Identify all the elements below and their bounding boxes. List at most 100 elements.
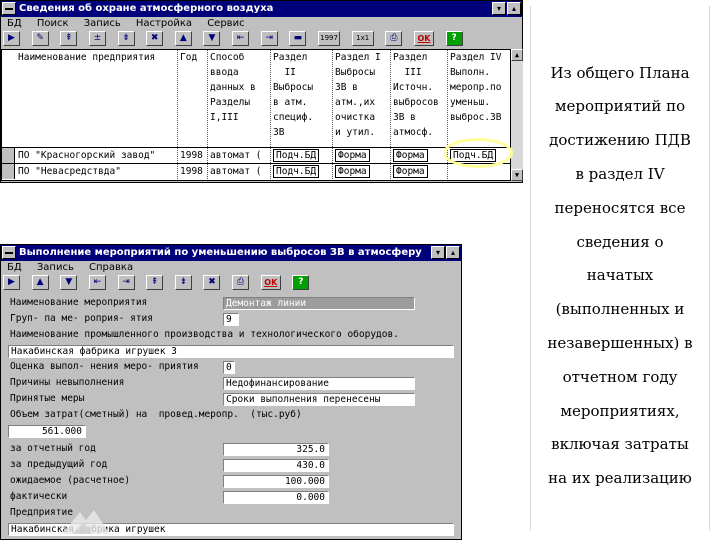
split-row-icon[interactable]: ⇟ [117,31,135,46]
caption-line: на их реализацию [548,469,692,487]
cell-year[interactable]: 1998 [178,148,208,163]
last-record-icon[interactable]: ⇥ [117,275,135,290]
subdb-button[interactable]: Подч.БД [273,149,320,162]
expected-label: ожидаемое (расчетное) [10,475,131,486]
new-record-icon[interactable]: ✎ [31,31,49,46]
row-selector[interactable] [2,148,15,163]
last-record-icon[interactable]: ⇥ [260,31,278,46]
event-name-field[interactable]: Демонтаж линии [223,297,415,310]
menu-help[interactable]: Справка [89,262,133,273]
form-button[interactable]: Форма [335,149,370,162]
menu-settings[interactable]: Настройка [136,18,192,29]
caption-line: переносятся все [554,199,686,217]
cell-section-3[interactable]: Форма [391,148,448,163]
menu-search[interactable]: Поиск [37,18,69,29]
help-button[interactable]: ? [445,31,463,46]
expected-field[interactable]: 100.000 [223,475,329,488]
insert-row-icon[interactable]: ⇞ [146,275,164,290]
process-field[interactable]: Накабинская фабрика игрушек 3 [8,345,454,358]
print-icon[interactable]: ⎙ [232,275,250,290]
scroll-down-icon[interactable]: ▼ [511,169,523,181]
scroll-up-icon[interactable]: ▲ [511,49,523,61]
subdb-button[interactable]: Подч.БД [273,165,320,178]
maximize-button[interactable]: ▴ [446,246,460,259]
table-row[interactable]: ПО "Невасредствда" 1998 автомат ( Подч.Б… [2,163,512,179]
caption-line: достижению ПДВ [549,131,691,149]
form-button[interactable]: Форма [335,165,370,178]
measures-field[interactable]: Сроки выполнения перенесены [223,393,415,406]
arrow-up-icon[interactable]: ▲ [174,31,192,46]
first-record-icon[interactable]: ⇤ [232,31,250,46]
col-section-2: Раздел II Выбросы в атм. специф. ЗВ [271,50,333,147]
cost-field[interactable]: 561.000 [8,425,86,438]
caption-line: мероприятиях, [560,402,680,420]
reason-field[interactable]: Недофинансирование [223,377,415,390]
ok-button[interactable]: OK [260,275,281,290]
insert-row-icon[interactable]: ⇞ [60,31,78,46]
cell-section-3[interactable]: Форма [391,164,448,179]
first-record-icon[interactable]: ⇤ [88,275,106,290]
system-menu-icon[interactable] [2,246,16,259]
delete-icon[interactable]: ✖ [203,275,221,290]
enterprise-grid: Наименование предприятия Год Способ ввод… [1,49,512,181]
arrow-down-icon[interactable]: ▼ [60,275,78,290]
caption-line: мероприятий по [554,97,686,115]
minimize-button[interactable]: ▾ [431,246,445,259]
menu-record[interactable]: Запись [84,18,121,29]
layout-1x1-button[interactable]: 1x1 [351,31,374,46]
print-icon[interactable]: ⎙ [385,31,403,46]
cell-enterprise[interactable]: ПО "Невасредствда" [16,164,178,179]
menubar: БД Запись Справка [1,261,461,274]
delete-icon[interactable]: ✖ [146,31,164,46]
menubar: БД Поиск Запись Настройка Сервис [1,17,522,30]
measures-label: Принятые меры [10,393,85,404]
col-section-4: Раздел IV Выполн. меропр.по уменьш. выбр… [448,50,512,147]
cell-input-method[interactable]: автомат ( [208,148,271,163]
ok-button[interactable]: OK [413,31,434,46]
form-button[interactable]: Форма [393,165,428,178]
group-field[interactable]: 9 [223,313,239,326]
menu-db[interactable]: БД [7,262,22,273]
help-button[interactable]: ? [292,275,310,290]
cell-enterprise[interactable]: ПО "Красногорский завод" [16,148,178,163]
form-button[interactable]: Форма [393,149,428,162]
assessment-field[interactable]: 0 [223,361,235,374]
cell-section-2[interactable]: Подч.БД [271,164,333,179]
process-label: Наименование промышленного производства … [10,329,399,340]
play-icon[interactable]: ▶ [3,31,20,46]
minimize-button[interactable]: ▾ [492,2,506,15]
menu-db[interactable]: БД [7,18,22,29]
play-icon[interactable]: ▶ [3,275,20,290]
caption-line: отчетном году [562,368,678,386]
event-name-label: Наименование мероприятия [10,297,148,308]
caption-line: незавершенных) в [547,334,693,352]
top-vertical-scrollbar[interactable]: ▲ ▼ [511,49,523,181]
watermark-logo-icon [62,510,110,534]
grid-header: Наименование предприятия Год Способ ввод… [2,50,512,147]
arrow-up-icon[interactable]: ▲ [31,275,49,290]
cell-input-method[interactable]: автомат ( [208,164,271,179]
prev-year-field[interactable]: 430.0 [223,459,329,472]
table-row[interactable]: ПО "Красногорский завод" 1998 автомат ( … [2,147,512,163]
cell-section-2[interactable]: Подч.БД [271,148,333,163]
split-row-icon[interactable]: ⇟ [174,275,192,290]
cell-year[interactable]: 1998 [178,164,208,179]
window-title: Выполнение мероприятий по уменьшению выб… [19,247,422,258]
caption-line: (выполненных и [555,300,685,318]
year-filter-button[interactable]: 1997 [318,31,341,46]
filter-icon[interactable]: ▬ [289,31,307,46]
cell-section-1[interactable]: Форма [333,164,391,179]
caption-line: Из общего Плана [550,64,690,82]
actual-field[interactable]: 0.000 [223,491,329,504]
system-menu-icon[interactable] [2,2,16,15]
col-input-method: Способ ввода данных в Разделы I,III [208,50,271,147]
add-row-icon[interactable]: ± [88,31,106,46]
row-selector[interactable] [2,164,15,179]
menu-service[interactable]: Сервис [207,18,244,29]
menu-record[interactable]: Запись [37,262,74,273]
maximize-button[interactable]: ▴ [507,2,521,15]
caption-line: включая затраты [551,435,689,453]
year-field[interactable]: 325.0 [223,443,329,456]
arrow-down-icon[interactable]: ▼ [203,31,221,46]
cell-section-1[interactable]: Форма [333,148,391,163]
